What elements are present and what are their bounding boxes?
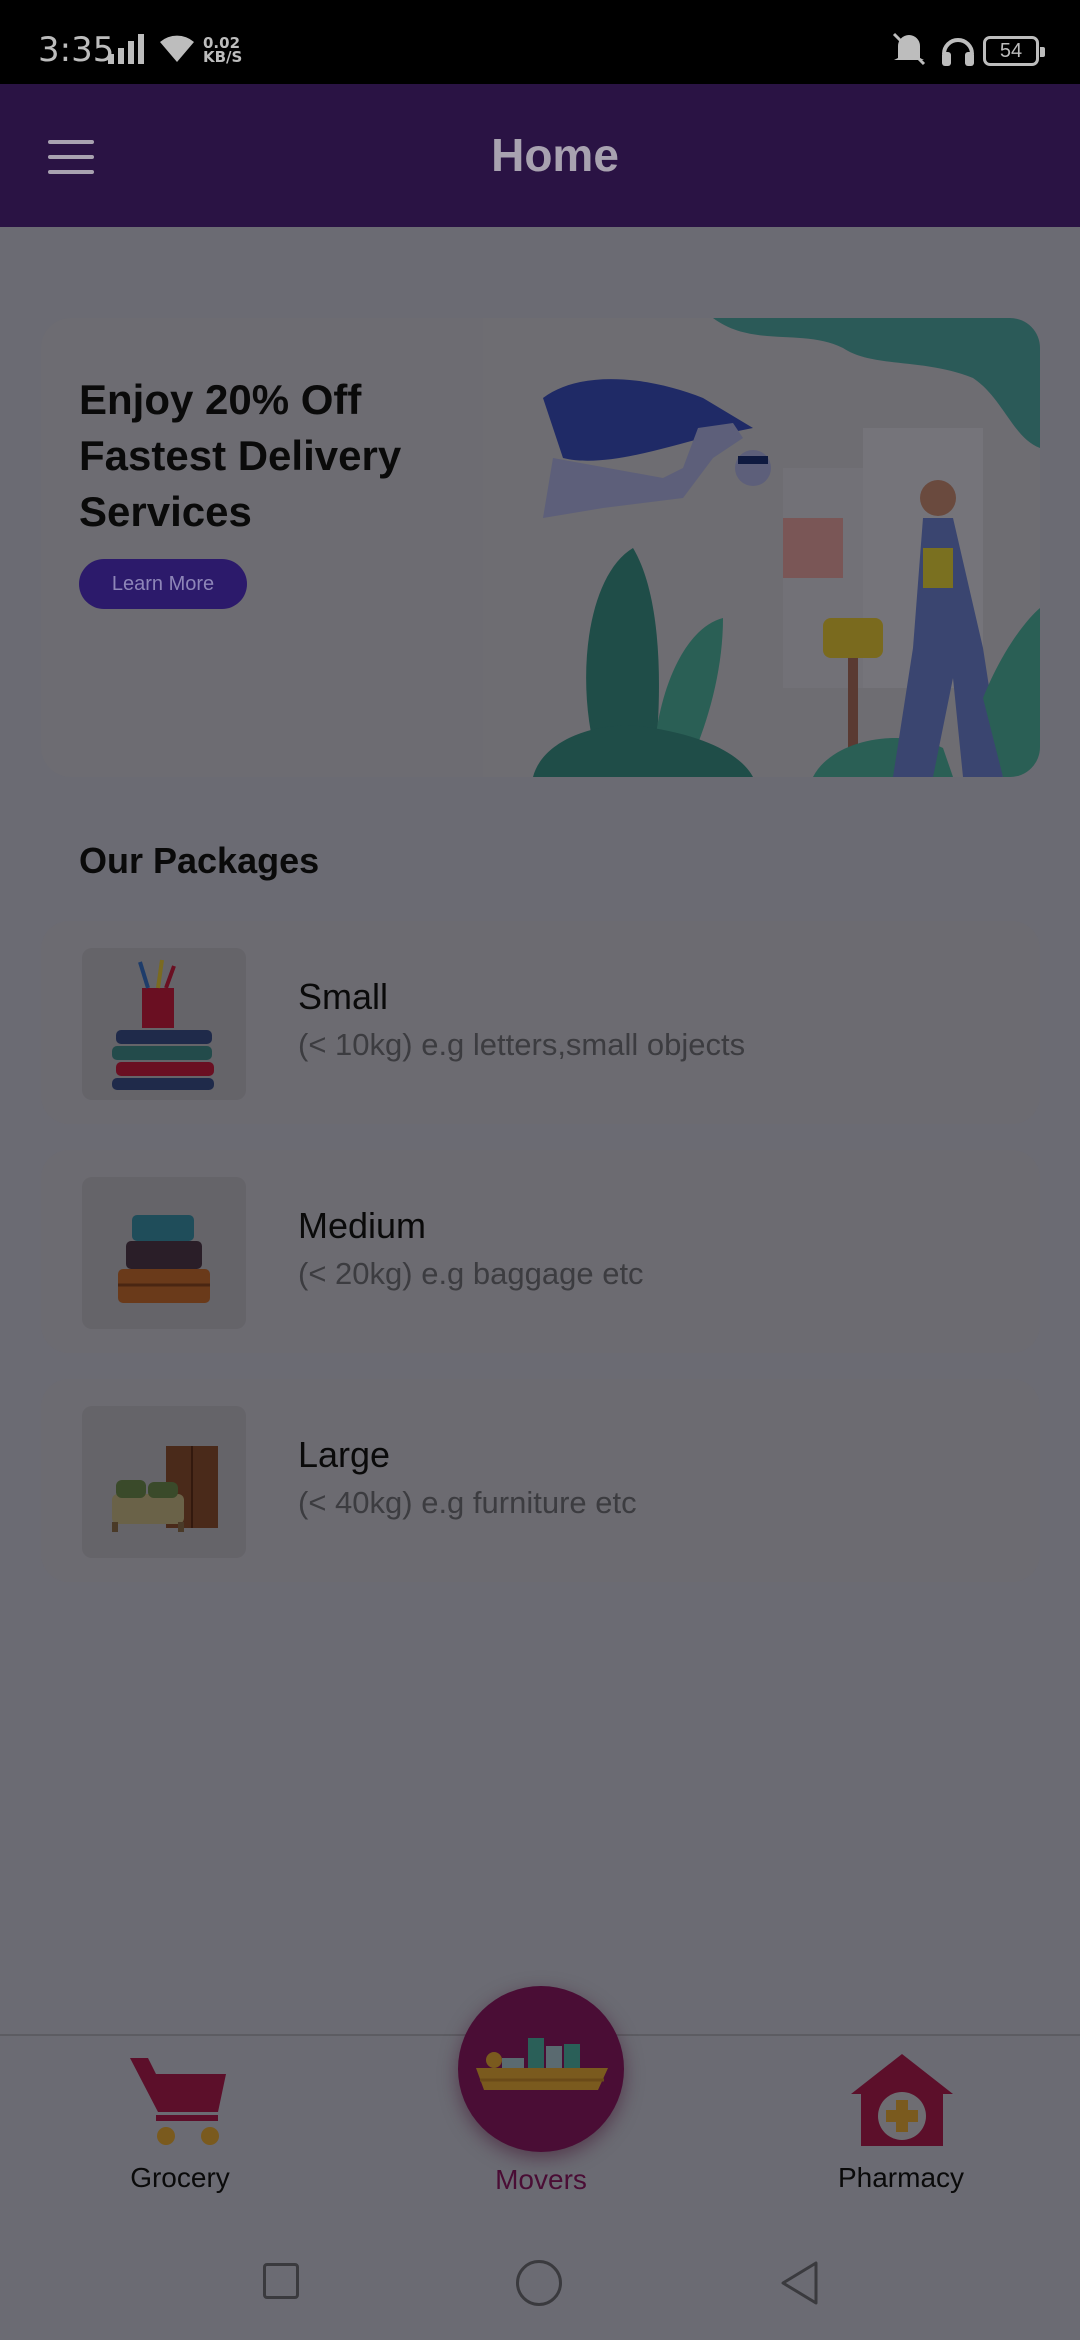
- system-nav-bar: [0, 2216, 1080, 2340]
- package-title: Small: [298, 976, 389, 1017]
- package-thumbnail: [82, 1177, 246, 1329]
- status-bar: 3:35 0.02 KB/S 54: [0, 0, 1080, 84]
- package-description: (< 10kg) e.g letters,small objects: [298, 1027, 746, 1062]
- signal-icon: [108, 34, 144, 64]
- page-title: Home: [491, 129, 619, 181]
- network-rate: 0.02 KB/S: [203, 34, 243, 66]
- package-title: Large: [298, 1434, 391, 1475]
- section-title-packages: Our Packages: [79, 840, 320, 881]
- cargo-ship-icon: [476, 2038, 608, 2090]
- delivery-hero-illustration: [483, 318, 1040, 777]
- back-icon[interactable]: [780, 2260, 820, 2306]
- headphones-icon: [942, 38, 974, 66]
- package-card-medium[interactable]: Medium (< 20kg) e.g baggage etc: [41, 1150, 1040, 1353]
- wifi-icon: [160, 35, 194, 62]
- nav-label: Pharmacy: [837, 2162, 965, 2193]
- nav-label: Grocery: [130, 2162, 230, 2193]
- pharmacy-house-icon: [851, 2054, 953, 2146]
- package-thumbnail: [82, 948, 246, 1100]
- package-description: (< 20kg) e.g baggage etc: [298, 1256, 644, 1291]
- nav-label: Movers: [495, 2164, 587, 2195]
- package-title: Medium: [298, 1205, 427, 1246]
- shopping-cart-icon: [130, 2058, 226, 2145]
- movers-fab[interactable]: [458, 1986, 624, 2152]
- status-time: 3:35: [38, 30, 115, 70]
- app-bar: Home: [0, 84, 1080, 227]
- package-card-small[interactable]: Small (< 10kg) e.g letters,small objects: [41, 921, 1040, 1124]
- home-icon[interactable]: [516, 2260, 562, 2306]
- promo-banner[interactable]: Enjoy 20% Off Fastest Delivery Services …: [41, 318, 1040, 777]
- battery-indicator: 54: [983, 36, 1045, 66]
- furniture-icon: [112, 1446, 218, 1532]
- nav-item-pharmacy[interactable]: Pharmacy: [781, 2036, 1021, 2218]
- package-description: (< 40kg) e.g furniture etc: [298, 1485, 637, 1520]
- learn-more-button[interactable]: Learn More: [79, 559, 247, 609]
- package-thumbnail: [82, 1406, 246, 1558]
- vibrate-mute-icon: [892, 32, 926, 66]
- promo-headline: Enjoy 20% Off Fastest Delivery Services: [79, 376, 402, 535]
- package-card-large[interactable]: Large (< 40kg) e.g furniture etc: [41, 1379, 1040, 1582]
- recent-apps-icon[interactable]: [263, 2263, 299, 2299]
- books-icon: [112, 959, 214, 1090]
- suitcases-icon: [118, 1215, 210, 1303]
- nav-item-grocery[interactable]: Grocery: [60, 2036, 300, 2218]
